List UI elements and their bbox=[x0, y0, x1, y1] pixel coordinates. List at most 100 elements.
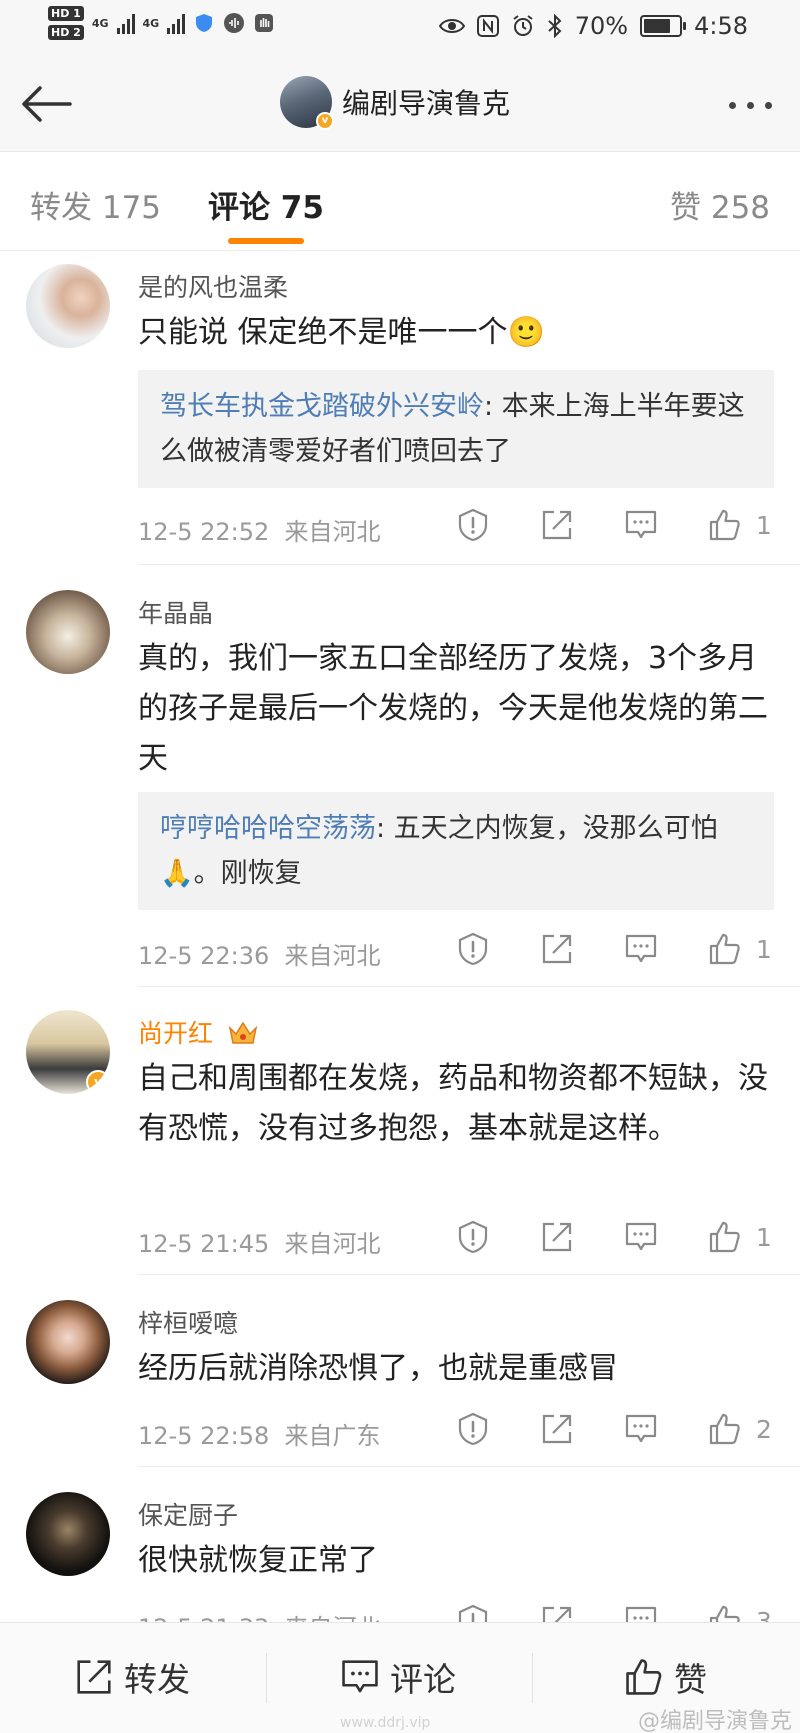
divider bbox=[532, 1653, 533, 1703]
comment-meta: 12-5 22:52 来自河北 bbox=[138, 512, 381, 547]
comment-meta: 12-5 22:36 来自河北 bbox=[138, 936, 381, 971]
commenter-name-text: 尚开红 bbox=[138, 1019, 214, 1048]
report-icon[interactable] bbox=[456, 1412, 490, 1446]
signal-2-icon bbox=[167, 12, 186, 34]
voice-icon bbox=[224, 13, 245, 33]
battery-percent: 70% bbox=[574, 12, 629, 40]
comment-text: 很快就恢复正常了 bbox=[138, 1543, 378, 1578]
report-icon[interactable] bbox=[456, 508, 490, 542]
more-icon[interactable] bbox=[720, 90, 780, 120]
commenter-avatar[interactable] bbox=[26, 1492, 110, 1576]
comment-button[interactable]: 评论 bbox=[340, 1653, 456, 1701]
profile-header[interactable]: v 编剧导演鲁克 bbox=[280, 76, 510, 130]
watermark-site: www.ddrj.vip bbox=[340, 1715, 431, 1731]
reply-box[interactable]: 驾长车执金戈踏破外兴安岭: 本来上海上半年要这么做被清零爱好者们喷回去了 bbox=[138, 370, 774, 488]
like-button[interactable]: 1 bbox=[708, 932, 772, 966]
divider bbox=[138, 564, 800, 565]
like-count: 1 bbox=[756, 510, 772, 540]
commenter-avatar[interactable] bbox=[26, 264, 110, 348]
divider bbox=[0, 250, 800, 251]
network-type-2: 4G bbox=[142, 16, 160, 30]
watermark: @编剧导演鲁克 bbox=[637, 1709, 792, 1733]
comment-location: 来自河北 bbox=[284, 518, 381, 546]
comment-icon bbox=[342, 1660, 378, 1693]
divider bbox=[138, 1274, 800, 1275]
divider bbox=[266, 1653, 267, 1703]
status-bar: HD 1 HD 2 4G 4G 70% 4:58 bbox=[0, 0, 800, 56]
share-icon[interactable] bbox=[540, 1412, 574, 1446]
commenter-name[interactable]: 梓桓嗳噫 bbox=[138, 1304, 238, 1340]
signal-1-icon bbox=[116, 12, 135, 34]
like-count: 2 bbox=[756, 1414, 772, 1444]
like-button[interactable]: 赞 bbox=[624, 1653, 707, 1701]
verified-icon: v bbox=[86, 1070, 110, 1094]
report-icon[interactable] bbox=[456, 932, 490, 966]
like-button[interactable]: 1 bbox=[708, 508, 772, 542]
like-icon bbox=[709, 933, 740, 965]
like-count: 1 bbox=[756, 934, 772, 964]
repost-button[interactable]: 转发 bbox=[74, 1653, 190, 1701]
comment-time: 12-5 22:36 bbox=[138, 942, 270, 970]
commenter-avatar[interactable] bbox=[26, 1300, 110, 1384]
commenter-name[interactable]: 保定厨子 bbox=[138, 1496, 238, 1532]
author-avatar[interactable]: v bbox=[280, 76, 334, 130]
report-icon[interactable] bbox=[456, 1220, 490, 1254]
like-icon bbox=[709, 1413, 740, 1445]
comment-meta: 12-5 21:45 来自河北 bbox=[138, 1224, 381, 1259]
comment-label: 评论 bbox=[390, 1660, 456, 1699]
hand-icon bbox=[255, 14, 274, 32]
tab-likes[interactable]: 赞 258 bbox=[670, 182, 770, 227]
tab-reposts[interactable]: 转发 175 bbox=[30, 182, 161, 227]
divider bbox=[138, 986, 800, 987]
reply-author[interactable]: 驾长车执金戈踏破外兴安岭 bbox=[160, 391, 484, 422]
share-icon bbox=[77, 1660, 111, 1694]
comment-time: 12-5 22:58 bbox=[138, 1422, 270, 1450]
active-tab-indicator bbox=[228, 238, 304, 244]
crown-icon bbox=[228, 1021, 258, 1044]
share-icon[interactable] bbox=[540, 932, 574, 966]
commenter-avatar[interactable]: v bbox=[26, 1010, 110, 1094]
status-right: 70% 4:58 bbox=[438, 12, 748, 40]
like-count: 1 bbox=[756, 1222, 772, 1252]
share-icon[interactable] bbox=[540, 1220, 574, 1254]
commenter-avatar[interactable] bbox=[26, 590, 110, 674]
comment-icon[interactable] bbox=[624, 1220, 658, 1254]
like-icon bbox=[709, 509, 740, 541]
like-icon bbox=[709, 1221, 740, 1253]
back-arrow-icon[interactable] bbox=[18, 82, 78, 126]
clock: 4:58 bbox=[694, 12, 748, 40]
comment-time: 12-5 22:52 bbox=[138, 518, 270, 546]
comment-location: 来自广东 bbox=[284, 1422, 381, 1450]
comment-icon[interactable] bbox=[624, 932, 658, 966]
comment-text: 真的，我们一家五口全部经历了发烧，3个多月的孩子是最后一个发烧的，今天是他发烧的… bbox=[138, 641, 768, 776]
status-left: HD 1 HD 2 4G 4G bbox=[48, 6, 275, 40]
like-icon bbox=[626, 1659, 662, 1695]
repost-label: 转发 bbox=[124, 1660, 190, 1699]
bottom-action-bar: 转发 评论 赞 www.ddrj.vip @编剧导演鲁克 bbox=[0, 1622, 800, 1733]
commenter-name[interactable]: 尚开红 bbox=[138, 1014, 259, 1050]
battery-icon bbox=[640, 15, 687, 37]
hd2-badge: HD 2 bbox=[48, 25, 84, 40]
comment-meta: 12-5 22:58 来自广东 bbox=[138, 1416, 381, 1451]
network-type-1: 4G bbox=[91, 16, 109, 30]
divider bbox=[138, 1466, 800, 1467]
comment-location: 来自河北 bbox=[284, 942, 381, 970]
eye-icon bbox=[438, 19, 465, 33]
reply-author[interactable]: 哼哼哈哈哈空荡荡 bbox=[160, 813, 376, 844]
hd1-badge: HD 1 bbox=[48, 6, 84, 21]
nfc-icon bbox=[476, 15, 499, 37]
comment-text: 只能说 保定绝不是唯一一个🙂 bbox=[138, 315, 545, 350]
reply-box[interactable]: 哼哼哈哈哈空荡荡: 五天之内恢复，没那么可怕🙏。刚恢复 bbox=[138, 792, 774, 910]
alarm-icon bbox=[513, 15, 533, 36]
like-label: 赞 bbox=[674, 1660, 707, 1699]
comment-icon[interactable] bbox=[624, 508, 658, 542]
like-button[interactable]: 1 bbox=[708, 1220, 772, 1254]
comment-icon[interactable] bbox=[624, 1412, 658, 1446]
comment-time: 12-5 21:45 bbox=[138, 1230, 270, 1258]
commenter-name[interactable]: 是的风也温柔 bbox=[138, 268, 288, 304]
shield-icon bbox=[196, 14, 213, 32]
like-button[interactable]: 2 bbox=[708, 1412, 772, 1446]
share-icon[interactable] bbox=[540, 508, 574, 542]
commenter-name[interactable]: 年晶晶 bbox=[138, 594, 213, 630]
tab-comments[interactable]: 评论 75 bbox=[208, 182, 324, 227]
